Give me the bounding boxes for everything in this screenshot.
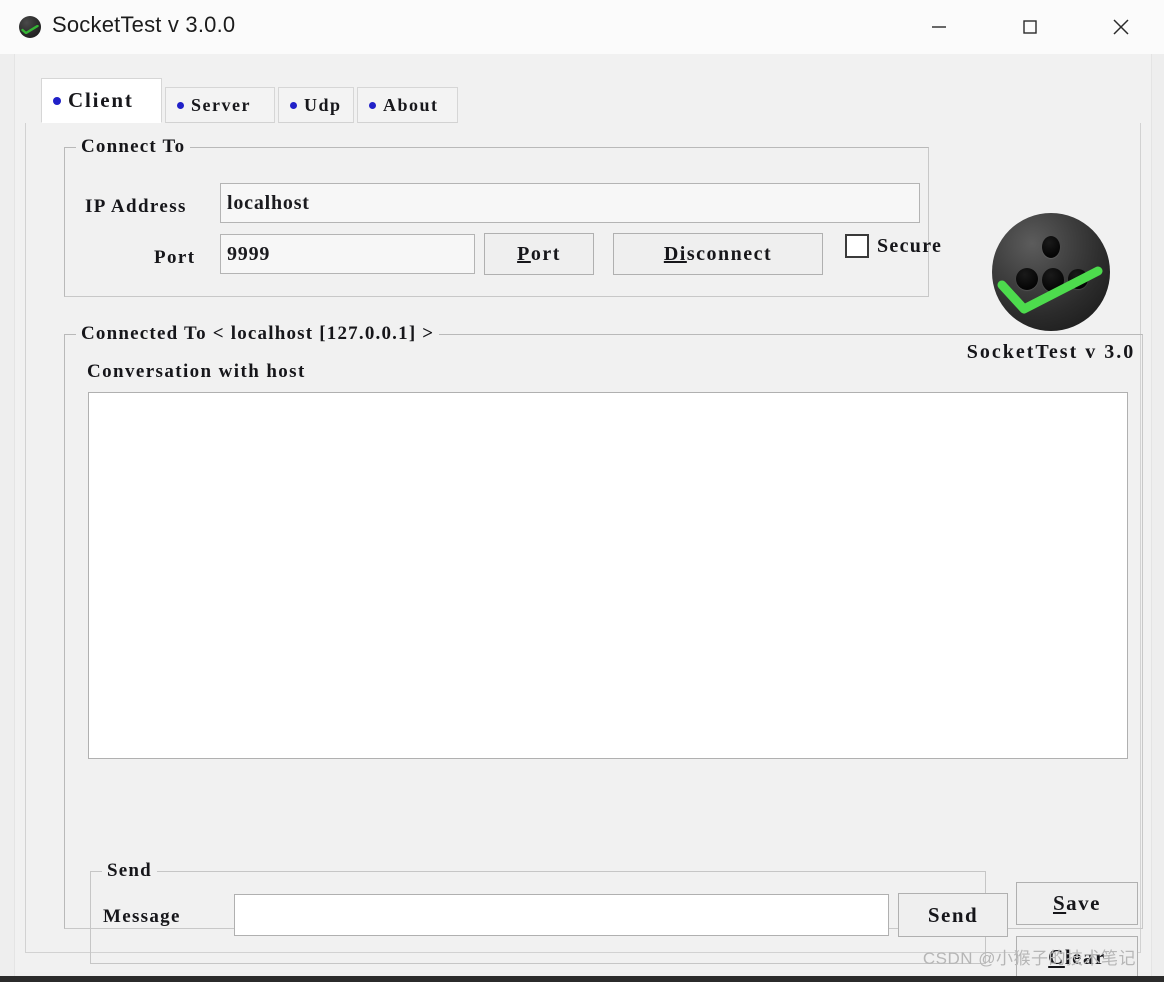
application-window: SocketTest v 3.0.0 Client Server Udp Abo… [0,0,1164,982]
conversation-output[interactable] [88,392,1128,759]
title-bar: SocketTest v 3.0.0 [0,0,1164,55]
message-input[interactable] [234,894,889,936]
secure-checkbox-row[interactable]: Secure [845,234,942,258]
disconnect-button-rest: sconnect [686,242,773,265]
message-label: Message [103,906,181,927]
tab-bullet-icon [177,101,184,109]
watermark: CSDN @小猴子的技术笔记 [922,949,1136,968]
send-button[interactable]: Send [898,893,1008,937]
tab-udp[interactable]: Udp [278,87,354,123]
green-check-icon [997,266,1103,314]
save-button-accel: S [1052,891,1067,915]
secure-checkbox[interactable] [845,234,869,258]
green-check-icon [21,25,39,34]
tab-about-label: About [383,94,439,115]
send-group: Send Message Send [90,860,1008,964]
port-button-rest: ort [530,242,561,265]
socket-hole-icon [1042,236,1060,258]
close-icon [1113,19,1129,35]
minimize-icon [932,26,946,28]
window-bottom-edge [0,976,1164,982]
save-button[interactable]: Save [1016,882,1138,925]
tab-server[interactable]: Server [165,87,275,123]
close-button[interactable] [1098,0,1144,54]
socket-app-icon [19,16,41,38]
maximize-button[interactable] [1007,0,1053,54]
port-input[interactable] [220,234,475,274]
main-panel: Client Server Udp About Connect To IP Ad… [15,54,1151,979]
disconnect-button[interactable]: Di sconnect [613,233,823,275]
minimize-button[interactable] [916,0,962,54]
secure-label: Secure [877,234,943,257]
ip-address-input[interactable] [220,183,920,223]
port-button[interactable]: Port [484,233,594,275]
connected-to-group: Connected To < localhost [127.0.0.1] > C… [64,323,1143,979]
tab-client[interactable]: Client [41,78,162,123]
window-edge-left [0,54,15,982]
tab-strip: Client Server Udp About [25,78,1141,124]
tab-about[interactable]: About [357,87,458,123]
tab-udp-label: Udp [304,94,342,115]
tab-client-label: Client [68,88,134,112]
tab-bullet-icon [290,101,297,109]
connect-to-group: Connect To IP Address Port Port Disconne… [64,136,941,297]
conversation-label: Conversation with host [87,361,306,382]
maximize-icon [1023,20,1037,34]
client-area: Client Server Udp About Connect To IP Ad… [0,54,1164,982]
connected-to-group-title: Connected To < localhost [127.0.0.1] > [76,323,440,345]
tab-bullet-icon [369,101,376,109]
port-label: Port [154,247,196,268]
connect-to-group-title: Connect To [76,136,191,158]
send-group-title: Send [102,860,157,882]
tab-page-client: Connect To IP Address Port Port Disconne… [25,123,1143,979]
window-title: SocketTest v 3.0.0 [52,12,236,37]
ip-address-label: IP Address [85,196,187,217]
window-edge-right [1151,54,1164,982]
tab-bullet-icon [53,96,61,105]
save-button-rest: ave [1066,891,1101,915]
socket-sphere-icon [992,213,1110,331]
disconnect-button-accel: Di [663,242,687,265]
port-button-accel: P [517,242,531,265]
tab-server-label: Server [191,94,251,115]
